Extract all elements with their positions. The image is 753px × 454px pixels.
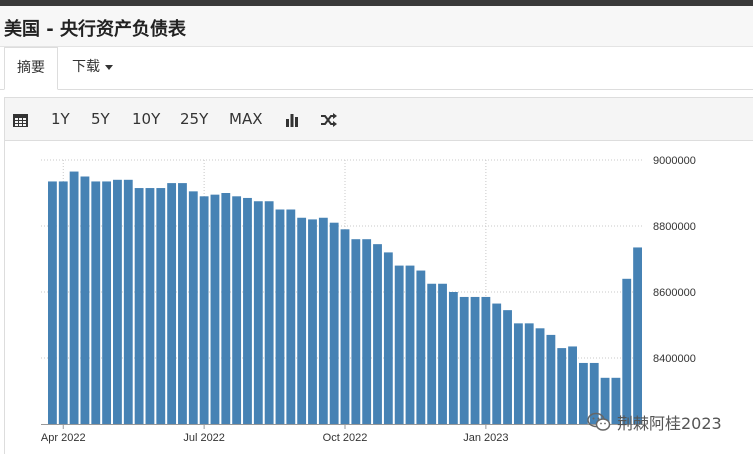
y-tick-label: 8600000 (653, 287, 696, 299)
bar (156, 188, 166, 424)
bar (427, 283, 437, 424)
x-tick-label: Oct 2022 (323, 432, 368, 444)
x-tick-label: Apr 2022 (41, 432, 86, 444)
bar (199, 196, 209, 424)
watermark: 荆棘阿桂2023 (587, 410, 722, 434)
bar (134, 188, 144, 424)
bar (633, 247, 642, 424)
bar (167, 183, 177, 424)
bar (568, 346, 577, 424)
bar (243, 197, 252, 424)
x-tick-label: Jan 2023 (463, 432, 508, 444)
bar (416, 270, 426, 424)
bar (513, 323, 523, 424)
bar (329, 222, 339, 424)
bar (481, 296, 491, 424)
x-tick-label: Jul 2022 (183, 432, 225, 444)
bar (394, 265, 404, 424)
bar (69, 171, 79, 424)
bar (351, 239, 361, 424)
bar (80, 176, 90, 424)
bar (102, 181, 112, 424)
chart-area: 8400000 8600000 8800000 9000000 Apr 2022 Jul … (4, 141, 753, 454)
bar-layer (48, 171, 642, 424)
watermark-text: 荆棘阿桂2023 (617, 414, 722, 433)
bar (503, 310, 512, 424)
bar (253, 201, 263, 424)
bar (557, 348, 567, 424)
bar (145, 188, 155, 424)
bar (524, 323, 534, 424)
bar (264, 201, 274, 424)
bar (221, 193, 231, 424)
bar (492, 303, 502, 424)
bar (362, 239, 372, 424)
bar (48, 181, 57, 424)
bar (373, 244, 382, 424)
bar (405, 265, 415, 424)
bar (448, 292, 458, 424)
bar (58, 181, 68, 424)
bar (308, 219, 317, 424)
bar (91, 181, 101, 424)
bar (438, 283, 447, 424)
bar (470, 296, 480, 424)
bar (113, 179, 122, 424)
bar (232, 196, 242, 424)
bar (123, 179, 133, 424)
y-tick-label: 8400000 (653, 353, 696, 365)
y-tick-label: 8800000 (653, 221, 696, 233)
bar (210, 194, 220, 424)
bar-chart: 8400000 8600000 8800000 9000000 Apr 2022 Jul … (41, 155, 696, 444)
bar (297, 217, 307, 424)
bar (178, 183, 187, 424)
bar (286, 209, 296, 424)
bar (383, 252, 393, 424)
bar (318, 217, 328, 424)
y-tick-label: 9000000 (653, 155, 696, 167)
bar (188, 191, 198, 424)
bar (459, 296, 469, 424)
bar (622, 278, 632, 424)
wechat-icon (587, 412, 611, 431)
bar (546, 334, 556, 424)
bar (340, 229, 350, 424)
bar (535, 328, 545, 424)
bar (275, 209, 285, 424)
